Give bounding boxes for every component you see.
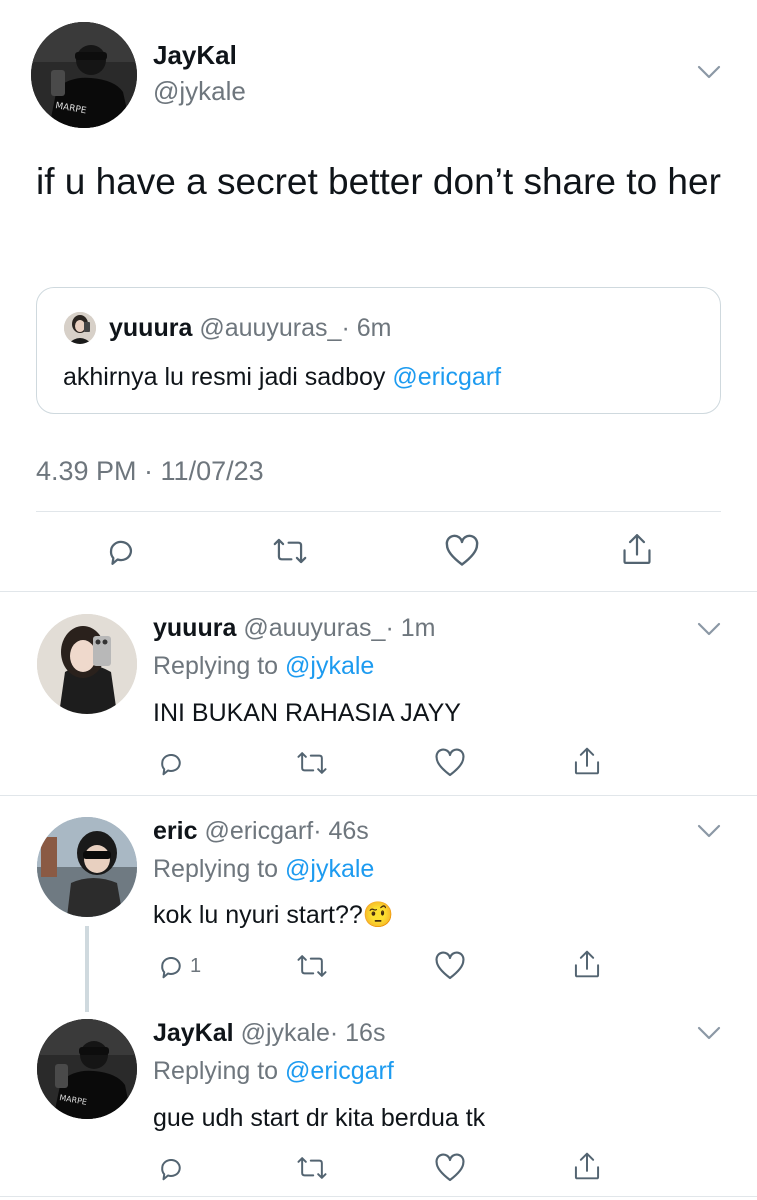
replying-to-label: Replying to bbox=[153, 652, 286, 680]
chevron-down-icon[interactable] bbox=[696, 621, 722, 637]
quoted-mention-link[interactable]: @ericgarf bbox=[392, 363, 501, 391]
reply-handle[interactable]: @auuyuras_ bbox=[243, 614, 385, 642]
like-icon bbox=[434, 951, 466, 981]
share-icon bbox=[572, 948, 602, 980]
quoted-age: · 6m bbox=[341, 314, 392, 342]
like-icon bbox=[434, 748, 466, 778]
reply-text: INI BUKAN RAHASIA JAYY bbox=[153, 699, 461, 727]
divider bbox=[0, 591, 757, 592]
replying-to-link[interactable]: @ericgarf bbox=[285, 1057, 394, 1085]
reply-text: gue udh start dr kita berdua tk bbox=[153, 1104, 486, 1132]
avatar bbox=[64, 312, 96, 344]
reply-display-name[interactable]: yuuura bbox=[153, 614, 236, 642]
reply-handle[interactable]: @ericgarf bbox=[204, 817, 313, 845]
replying-to-link[interactable]: @jykale bbox=[285, 652, 374, 680]
like-button[interactable] bbox=[434, 1150, 466, 1186]
tweet-text: if u have a secret better don’t share to… bbox=[36, 161, 721, 202]
chevron-down-icon[interactable] bbox=[696, 64, 722, 80]
reply-icon bbox=[156, 748, 186, 778]
retweet-icon bbox=[296, 951, 328, 981]
reply-display-name[interactable]: JayKal bbox=[153, 1019, 234, 1047]
reply-button[interactable]: 1 bbox=[156, 948, 201, 984]
quoted-tweet-card[interactable]: yuuura @auuyuras_· 6m akhirnya lu resmi … bbox=[36, 287, 721, 414]
reply-button[interactable] bbox=[156, 745, 190, 781]
share-icon bbox=[572, 745, 602, 777]
share-button[interactable] bbox=[572, 743, 602, 779]
thread-line bbox=[85, 926, 89, 1012]
reply-age: · 16s bbox=[329, 1019, 386, 1047]
replying-to-label: Replying to bbox=[153, 855, 286, 883]
like-icon bbox=[444, 534, 480, 568]
reply-age: · 46s bbox=[313, 817, 369, 845]
avatar[interactable]: MARPE bbox=[31, 22, 137, 128]
share-button[interactable] bbox=[620, 531, 654, 567]
replying-to-label: Replying to bbox=[153, 1057, 286, 1085]
reply-display-name[interactable]: eric bbox=[153, 817, 197, 845]
divider bbox=[36, 511, 721, 512]
like-button[interactable] bbox=[434, 745, 466, 781]
avatar[interactable] bbox=[37, 614, 137, 714]
share-icon bbox=[572, 1150, 602, 1182]
retweet-button[interactable] bbox=[296, 745, 328, 781]
raised-eyebrow-emoji: 🤨 bbox=[362, 900, 394, 929]
reply-button[interactable] bbox=[156, 1150, 190, 1186]
tweet-timestamp[interactable]: 4.39 PM · 11/07/23 bbox=[36, 456, 264, 487]
quoted-display-name: yuuura bbox=[109, 314, 193, 342]
like-button[interactable] bbox=[434, 948, 466, 984]
reply-count: 1 bbox=[190, 954, 202, 977]
share-button[interactable] bbox=[572, 946, 602, 982]
retweet-button[interactable] bbox=[296, 1150, 328, 1186]
reply-text: kok lu nyuri start?? bbox=[153, 901, 363, 929]
reply-handle[interactable]: @jykale bbox=[241, 1019, 330, 1047]
chevron-down-icon[interactable] bbox=[696, 823, 722, 839]
like-icon bbox=[434, 1153, 466, 1183]
display-name[interactable]: JayKal bbox=[153, 40, 237, 71]
reply-icon bbox=[156, 951, 186, 981]
reply-icon bbox=[104, 534, 138, 568]
chevron-down-icon[interactable] bbox=[696, 1025, 722, 1041]
divider bbox=[0, 795, 757, 796]
retweet-icon bbox=[296, 748, 328, 778]
like-button[interactable] bbox=[444, 533, 480, 569]
retweet-button[interactable] bbox=[296, 948, 328, 984]
reply-age: · 1m bbox=[385, 614, 436, 642]
retweet-button[interactable] bbox=[272, 533, 308, 569]
quoted-handle: @auuyuras_ bbox=[199, 314, 342, 342]
avatar[interactable] bbox=[37, 817, 137, 917]
retweet-icon bbox=[272, 534, 308, 568]
reply-icon bbox=[156, 1153, 186, 1183]
reply-button[interactable] bbox=[104, 533, 138, 569]
replying-to-link[interactable]: @jykale bbox=[285, 855, 374, 883]
quoted-text: akhirnya lu resmi jadi sadboy bbox=[63, 363, 393, 391]
avatar[interactable]: MARPE bbox=[37, 1019, 137, 1119]
divider bbox=[0, 1196, 757, 1197]
handle[interactable]: @jykale bbox=[153, 76, 246, 107]
share-icon bbox=[620, 531, 654, 567]
share-button[interactable] bbox=[572, 1148, 602, 1184]
retweet-icon bbox=[296, 1153, 328, 1183]
